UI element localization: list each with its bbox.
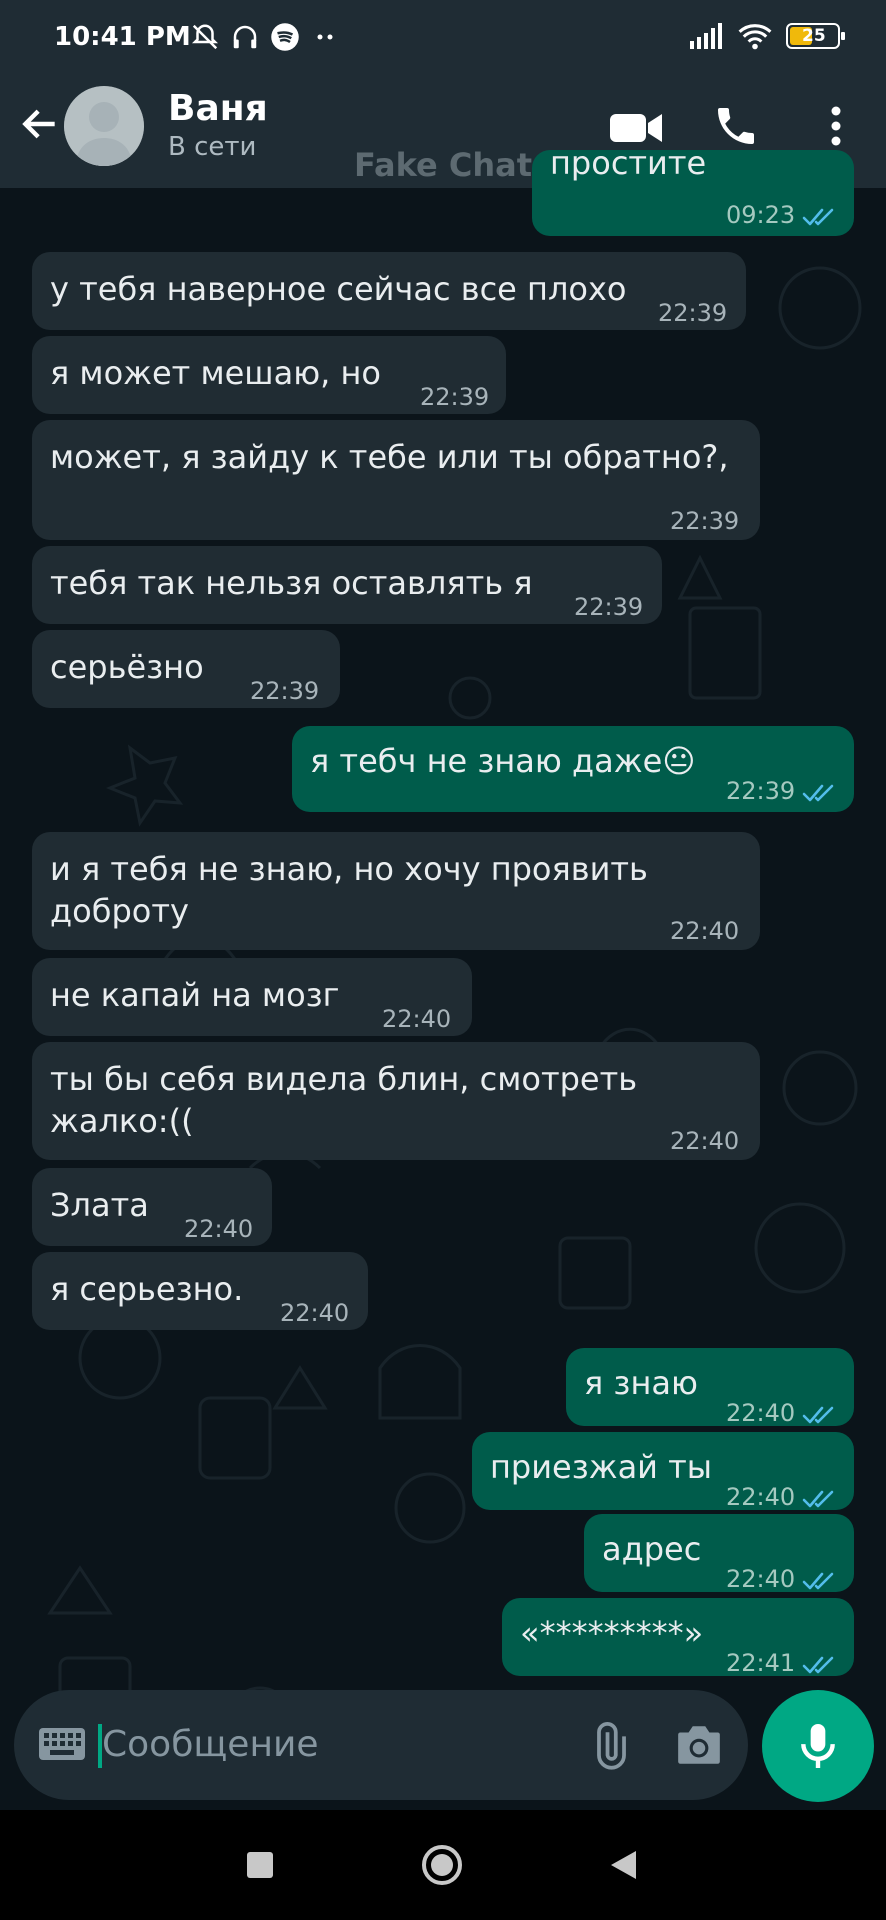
phone-icon[interactable] (712, 102, 760, 150)
message-time: 22:39 (670, 507, 740, 535)
spotify-icon (271, 23, 299, 51)
headphones-icon (233, 25, 257, 49)
message-text-line: и я тебя не знаю, но хочу проявить (50, 850, 648, 888)
message-text: я серьезно. (50, 1268, 243, 1310)
message-time: 22:39 (250, 677, 320, 705)
message-time: 22:40 (280, 1299, 350, 1327)
battery-icon: 25 (786, 23, 845, 49)
mic-icon (801, 1724, 835, 1768)
message-time: 22:39 (726, 777, 796, 805)
message-time: 22:40 (726, 1483, 796, 1511)
message-text-line: доброту (50, 892, 189, 930)
read-receipt-icon (802, 772, 840, 814)
incoming-message[interactable]: серьёзно 22:39 (32, 630, 340, 708)
incoming-message[interactable]: не капай на мозг 22:40 (32, 958, 472, 1036)
home-circle-icon[interactable] (420, 1843, 464, 1887)
message-time: 09:23 (726, 201, 796, 229)
message-text: я тебч не знаю даже😐 (310, 740, 696, 782)
message-time: 22:40 (726, 1565, 796, 1593)
message-text-content: тебя так нельзя оставлять я (50, 564, 533, 602)
system-nav-bar (0, 1810, 886, 1920)
message-text-content: у тебя наверное сейчас все плохо (50, 270, 627, 308)
read-receipt-icon (802, 196, 840, 238)
incoming-message[interactable]: Злата 22:40 (32, 1168, 272, 1246)
message-text: у тебя наверное сейчас все плохо (50, 268, 626, 310)
message-time: 22:39 (658, 299, 728, 327)
outgoing-message[interactable]: я тебч не знаю даже😐 22:39 (292, 726, 854, 812)
message-text: и я тебя не знаю, но хочу проявить доброт… (50, 848, 648, 932)
signal-icon (690, 23, 722, 49)
incoming-message[interactable]: может, я зайду к тебе или ты обратно?, 22… (32, 420, 760, 540)
message-text-content: я серьезно. (50, 1270, 244, 1308)
incoming-message[interactable]: я может мешаю, но 22:39 (32, 336, 506, 414)
message-text: «*********» (520, 1612, 703, 1654)
message-text: адрес (602, 1528, 701, 1570)
message-text-content: приезжай ты (490, 1448, 713, 1486)
message-input[interactable]: Сообщение (102, 1724, 319, 1765)
message-text-line: ты бы себя видела блин, смотреть (50, 1060, 638, 1098)
outgoing-message[interactable]: «*********» 22:41 (502, 1598, 854, 1677)
message-time: 22:40 (382, 1005, 452, 1033)
incoming-message[interactable]: я серьезно. 22:40 (32, 1252, 368, 1330)
wifi-icon (738, 24, 772, 50)
neutral-face-emoji-icon: 😐 (662, 742, 696, 780)
message-text: может, я зайду к тебе или ты обратно?, (50, 436, 729, 478)
message-time: 22:40 (670, 917, 740, 945)
mic-button[interactable] (762, 1690, 874, 1802)
incoming-message[interactable]: и я тебя не знаю, но хочу проявить доброт… (32, 832, 760, 950)
message-text-content: адрес (602, 1530, 702, 1568)
message-text: приезжай ты (490, 1446, 712, 1488)
message-text: тебя так нельзя оставлять я (50, 562, 533, 604)
message-time: 22:40 (726, 1399, 796, 1427)
message-text-content: я тебч не знаю даже (310, 742, 663, 780)
message-time: 22:39 (574, 593, 644, 621)
read-receipt-icon (802, 1644, 840, 1686)
message-text-content: «*********» (520, 1614, 704, 1652)
message-text-content: я может мешаю, но (50, 354, 381, 392)
attach-icon[interactable] (584, 1722, 634, 1772)
back-triangle-icon[interactable] (608, 1849, 640, 1881)
incoming-message[interactable]: у тебя наверное сейчас все плохо 22:39 (32, 252, 746, 330)
message-time: 22:40 (184, 1215, 254, 1243)
contact-name[interactable]: Ваня (168, 88, 268, 129)
outgoing-message[interactable]: приезжай ты 22:40 (472, 1432, 854, 1511)
message-time: 22:40 (670, 1127, 740, 1155)
message-time: 22:39 (420, 383, 490, 411)
outgoing-message[interactable]: адрес 22:40 (584, 1514, 854, 1593)
message-text-line: жалко:(( (50, 1102, 194, 1140)
battery-level: 25 (802, 26, 826, 46)
message-text-content: я знаю (584, 1364, 698, 1402)
message-text: серьёзно (50, 646, 204, 688)
read-receipt-icon (802, 1394, 840, 1436)
message-text-content: Злата (50, 1186, 149, 1224)
recents-square-icon[interactable] (247, 1852, 273, 1878)
incoming-message[interactable]: ты бы себя видела блин, смотреть жалко:((… (32, 1042, 760, 1160)
more-dots-icon (317, 34, 333, 40)
message-text-content: может, я зайду к тебе или ты обратно?, (50, 438, 729, 476)
more-vert-icon[interactable] (818, 102, 854, 150)
watermark: Fake Chat (354, 146, 532, 184)
status-bar: 10:41 PM 25 (0, 0, 886, 78)
message-text: Злата (50, 1184, 149, 1226)
message-text: я может мешаю, но (50, 352, 381, 394)
status-time: 10:41 PM (54, 22, 191, 52)
outgoing-message[interactable]: я знаю 22:40 (566, 1348, 854, 1427)
read-receipt-icon (802, 1560, 840, 1602)
incoming-message[interactable]: тебя так нельзя оставлять я 22:39 (32, 546, 662, 624)
message-composer[interactable]: Сообщение (14, 1690, 748, 1800)
status-icons-right: 25 (690, 22, 845, 50)
status-icons-left (190, 22, 340, 52)
keyboard-icon[interactable] (38, 1726, 86, 1762)
message-time: 22:41 (726, 1649, 796, 1677)
message-text: не капай на мозг (50, 974, 339, 1016)
camera-icon[interactable] (674, 1722, 724, 1768)
message-text: ты бы себя видела блин, смотреть жалко:(( (50, 1058, 637, 1142)
message-text: я знаю (584, 1362, 698, 1404)
back-arrow-icon[interactable] (18, 102, 62, 146)
message-text-content: серьёзно (50, 648, 204, 686)
muted-bell-icon (191, 24, 219, 50)
message-text-content: не капай на мозг (50, 976, 340, 1014)
